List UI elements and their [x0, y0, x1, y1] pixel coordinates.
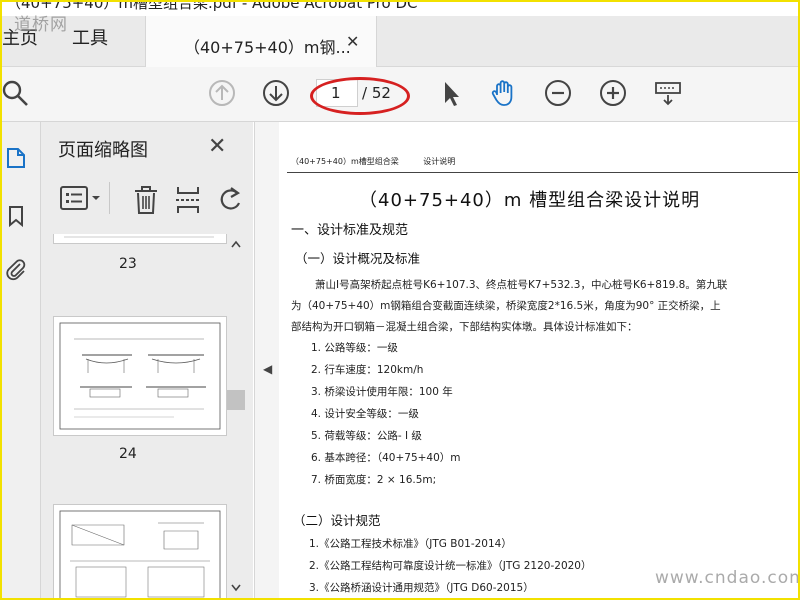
panel-title: 页面缩略图	[58, 140, 148, 161]
zoom-out-icon[interactable]	[543, 78, 573, 108]
scrollbar-thumb[interactable]	[227, 390, 245, 410]
navigation-rail	[0, 122, 41, 600]
tab-document-label: （40+75+40）m钢...	[184, 38, 351, 57]
thumbnail-25[interactable]	[53, 504, 227, 600]
watermark-bottom: www.cndao.com	[655, 568, 800, 588]
zoom-in-icon[interactable]	[598, 78, 628, 108]
options-menu-icon[interactable]	[59, 185, 103, 211]
collapse-arrow-icon[interactable]: ◀	[263, 362, 272, 376]
thumbnail-number: 23	[119, 256, 137, 272]
standards-list: 1. 公路等级：一级 2. 行车速度：120km/h 3. 桥梁设计使用年限：1…	[311, 340, 461, 494]
page-down-icon[interactable]	[261, 78, 291, 108]
tab-bar: 主页 工具 （40+75+40）m钢... ✕	[0, 16, 800, 67]
search-icon[interactable]	[0, 78, 30, 108]
document-title: （40+75+40）m 槽型组合梁设计说明	[359, 190, 701, 211]
thumbnail-23[interactable]	[53, 234, 227, 244]
header-project: （40+75+40）m槽型组合梁	[291, 157, 399, 166]
para-line: 部结构为开口钢箱－混凝土组合梁，下部结构实体墩。具体设计标准如下：	[291, 321, 638, 333]
list-item: 7. 桥面宽度：2 × 16.5m;	[311, 474, 437, 486]
page-up-icon[interactable]	[207, 78, 237, 108]
header-rule	[287, 172, 800, 173]
thumbnail-24-drawing	[59, 322, 221, 430]
thumbnail-23-drawing	[64, 236, 214, 238]
attachment-icon[interactable]	[4, 258, 28, 282]
subsection-heading: （一）设计概况及标准	[295, 251, 421, 266]
trash-icon[interactable]	[133, 185, 159, 215]
list-item: 3.《公路桥涵设计通用规范》（JTG D60-2015）	[309, 582, 534, 594]
extract-pages-icon[interactable]	[175, 185, 201, 215]
thumbnail-scrollbar[interactable]	[227, 234, 245, 600]
thumbnails-panel: 页面缩略图 ✕ 23 24	[41, 122, 253, 600]
overview-paragraph: 萧山I号高架桥起点桩号K6+107.3、终点桩号K7+532.3，中心桩号K6+…	[291, 275, 731, 338]
select-arrow-icon[interactable]	[436, 78, 466, 108]
window-title-bar: （40+75+40）m槽型组合梁.pdf - Adobe Acrobat Pro…	[0, 0, 800, 16]
list-item: 5. 荷载等级：公路- I 级	[311, 430, 422, 442]
tab-document[interactable]: （40+75+40）m钢... ✕	[145, 16, 377, 67]
watermark-top: 道桥网	[14, 15, 68, 35]
page-header: （40+75+40）m槽型组合梁 设计说明	[291, 156, 477, 167]
header-section: 设计说明	[423, 157, 456, 166]
highlight-ellipse	[310, 77, 410, 115]
list-item: 3. 桥梁设计使用年限：100 年	[311, 386, 453, 398]
list-item: 4. 设计安全等级：一级	[311, 408, 419, 420]
thumbnail-24[interactable]	[53, 316, 227, 436]
scroll-up-icon[interactable]	[231, 240, 241, 248]
list-item: 2.《公路工程结构可靠度设计统一标准》（JTG 2120-2020）	[309, 560, 592, 572]
bookmark-icon[interactable]	[4, 204, 28, 228]
rotate-icon[interactable]	[217, 185, 243, 215]
panel-toolbar	[41, 177, 253, 223]
keyboard-icon[interactable]	[653, 78, 683, 108]
list-item: 1.《公路工程技术标准》（JTG B01-2014）	[309, 538, 512, 550]
para-line: 为（40+75+40）m钢箱组合变截面连续梁，桥梁宽度2*16.5米，角度为90…	[291, 300, 721, 312]
subsection-heading: （二）设计规范	[293, 513, 381, 528]
hand-tool-icon[interactable]	[489, 78, 519, 108]
panel-collapse-handle[interactable]: ◀	[254, 122, 280, 600]
code-references-list: 1.《公路工程技术标准》（JTG B01-2014） 2.《公路工程结构可靠度设…	[309, 536, 591, 602]
page-thumbnails-icon[interactable]	[4, 146, 28, 170]
thumbnail-25-drawing	[59, 510, 221, 600]
toolbar: 1 / 52	[0, 67, 800, 122]
toolbar-separator	[109, 182, 110, 214]
list-item: 6. 基本跨径：（40+75+40）m	[311, 452, 461, 464]
list-item: 1. 公路等级：一级	[311, 342, 398, 354]
thumbnail-number: 24	[119, 446, 137, 462]
para-line: 萧山I号高架桥起点桩号K6+107.3、终点桩号K7+532.3，中心桩号K6+…	[315, 279, 728, 291]
document-page: （40+75+40）m槽型组合梁 设计说明 （40+75+40）m 槽型组合梁设…	[279, 122, 800, 600]
tab-tools[interactable]: 工具	[72, 24, 108, 50]
scroll-down-icon[interactable]	[231, 584, 241, 592]
panel-close-icon[interactable]: ✕	[208, 134, 226, 159]
list-item: 2. 行车速度：120km/h	[311, 364, 424, 376]
section-heading: 一、设计标准及规范	[291, 223, 409, 238]
thumbnail-list: 23 24	[41, 234, 253, 600]
close-tab-icon[interactable]: ✕	[346, 32, 359, 51]
